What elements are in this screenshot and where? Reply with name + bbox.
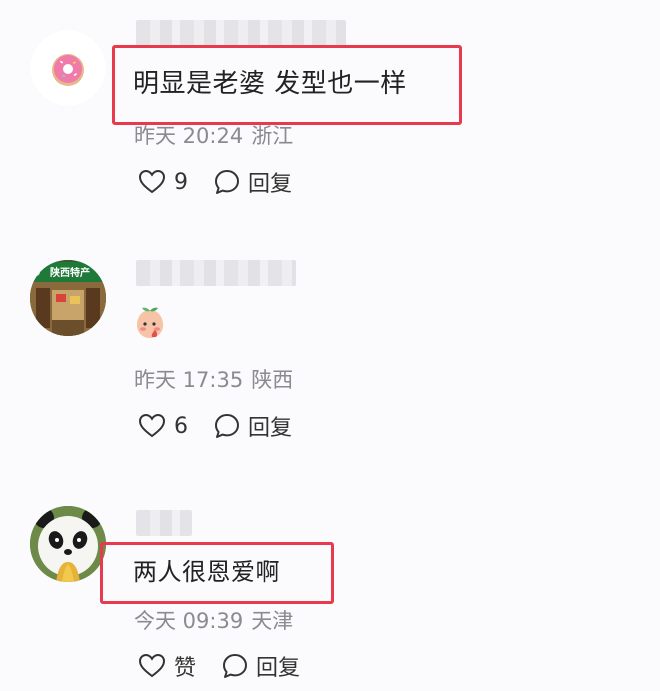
comment-actions: 6 回复 — [138, 410, 292, 442]
donut-icon — [30, 30, 106, 106]
comment-item-1: 明显是老婆 发型也一样 昨天 20:24 浙江 9 回复 — [0, 0, 660, 220]
peach-face-sticker — [137, 307, 163, 338]
comment-location: 浙江 — [251, 124, 294, 148]
comment-item-2: 陕西特产 昨天 17:35 陕西 6 回复 — [0, 220, 660, 480]
like-button[interactable]: 6 — [138, 413, 188, 439]
comment-time: 今天 09:39 — [134, 609, 244, 633]
comment-meta: 今天 09:39 天津 — [134, 605, 293, 635]
comment-actions: 9 回复 — [138, 166, 292, 198]
speech-bubble-icon — [215, 414, 239, 438]
reply-label: 回复 — [256, 656, 301, 681]
username-blurred[interactable] — [136, 510, 192, 536]
comment-location: 陕西 — [251, 368, 294, 392]
shop-storefront-icon: 陕西特产 — [30, 260, 106, 336]
comment-text: 明显是老婆 发型也一样 — [133, 69, 407, 99]
speech-bubble-icon — [215, 170, 239, 194]
avatar-donut[interactable] — [30, 30, 106, 106]
like-button[interactable]: 9 — [138, 169, 188, 195]
avatar-panda[interactable] — [30, 506, 106, 582]
comment-meta: 昨天 17:35 陕西 — [134, 364, 293, 394]
reply-button[interactable]: 回复 — [214, 166, 292, 198]
like-label: 赞 — [174, 656, 197, 681]
comment-time: 昨天 20:24 — [134, 124, 244, 148]
username-blurred[interactable] — [136, 260, 296, 286]
comment-item-3: 两人很恩爱啊 今天 09:39 天津 赞 回复 — [0, 480, 660, 691]
like-button[interactable]: 赞 — [138, 650, 196, 682]
comment-actions: 赞 回复 — [138, 650, 300, 682]
reply-button[interactable]: 回复 — [214, 410, 292, 442]
reply-button[interactable]: 回复 — [222, 650, 300, 682]
speech-bubble-icon — [223, 654, 248, 678]
heart-outline-icon — [138, 653, 166, 678]
avatar-shop[interactable]: 陕西特产 — [30, 260, 106, 336]
comment-text: 两人很恩爱啊 — [133, 558, 280, 586]
reply-label: 回复 — [248, 172, 293, 197]
comment-time: 昨天 17:35 — [134, 368, 244, 392]
comment-location: 天津 — [251, 609, 294, 633]
like-count: 9 — [174, 169, 188, 195]
reply-label: 回复 — [248, 416, 293, 441]
comment-meta: 昨天 20:24 浙江 — [134, 120, 293, 150]
panda-icon — [30, 506, 106, 582]
heart-outline-icon — [138, 169, 166, 194]
like-count: 6 — [174, 413, 188, 439]
heart-outline-icon — [138, 413, 166, 438]
username-blurred[interactable] — [136, 20, 346, 46]
avatar-sign-text: 陕西特产 — [50, 266, 90, 279]
